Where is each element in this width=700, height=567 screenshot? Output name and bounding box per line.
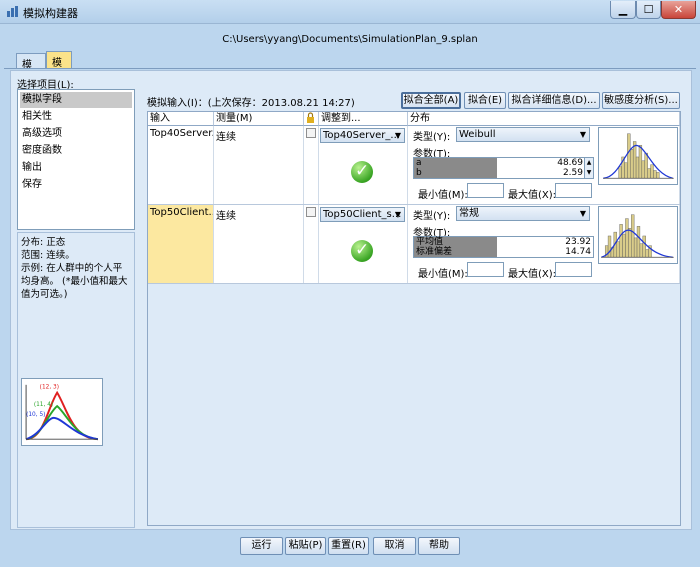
lock-icon (307, 112, 314, 123)
params-table: 平均值 23.92 标准偏差 14.74 (413, 236, 594, 258)
chevron-down-icon: ▼ (579, 130, 586, 139)
type-value: Weibull (459, 129, 496, 140)
type-label: 类型(Y): (413, 132, 451, 143)
param-row[interactable]: 标准偏差 14.74 (414, 247, 593, 257)
table-row: Top40Server... 连续 Top40Server_... ▼ ✓ 类型(… (148, 126, 680, 205)
cell-input[interactable]: Top40Server... (148, 126, 214, 204)
max-input[interactable] (555, 183, 592, 198)
lock-checkbox[interactable] (306, 128, 316, 138)
nav-list: 模拟字段 相关性 高级选项 密度函数 输出 保存 (17, 89, 135, 230)
max-input[interactable] (555, 262, 592, 277)
help-button[interactable]: 帮助 (418, 537, 460, 555)
close-button[interactable]: ✕ (661, 1, 696, 19)
app-icon (7, 6, 18, 17)
param-value: 14.74 (565, 247, 591, 257)
param-name: 平均值 (414, 237, 497, 247)
fit-to-value: Top50Client_s... (323, 209, 402, 220)
cell-distribution: 类型(Y): 常规 ▼ 参数(T): 平均值 23.92 标准偏差 14.74 最小值… (408, 205, 680, 283)
description-text: 分布: 正态 范围: 连续。 示例: 在人群中的个人平均身高。 (*最小值和最大… (21, 237, 128, 300)
fit-ok-icon: ✓ (351, 240, 373, 262)
col-fit-to[interactable]: 调整到... (319, 112, 408, 126)
tab-divider (4, 68, 696, 69)
min-label: 最小值(M): (418, 269, 468, 280)
cell-distribution: 类型(Y): Weibull ▼ 参数(T): a 48.69 b 2.59 ▲ ▼ 最… (408, 126, 680, 204)
distribution-chart (598, 127, 678, 185)
fit-ok-icon: ✓ (351, 161, 373, 183)
fit-to-value: Top40Server_... (323, 130, 400, 141)
title-bar (0, 0, 700, 24)
cell-lock (304, 126, 319, 204)
distribution-chart (598, 206, 678, 264)
max-label: 最大值(X): (508, 269, 557, 280)
cell-lock (304, 205, 319, 283)
param-name: b (414, 168, 497, 178)
nav-item-advanced[interactable]: 高级选项 (20, 126, 132, 142)
simulation-inputs-label: 模拟输入(I)：(上次保存：2013.08.21 14:27) (147, 98, 355, 109)
param-spinner[interactable]: ▲ ▼ (584, 158, 593, 178)
cell-measure[interactable]: 连续 (214, 205, 304, 283)
fit-to-dropdown[interactable]: Top50Client_s... ▼ (320, 207, 405, 222)
mini-label-a: (12, 3) (40, 385, 59, 391)
param-name: a (414, 158, 497, 168)
reset-button[interactable]: 重置(R) (328, 537, 369, 555)
cell-input[interactable]: Top50Client... (148, 205, 214, 283)
type-dropdown[interactable]: Weibull ▼ (456, 127, 590, 142)
fit-to-dropdown[interactable]: Top40Server_... ▼ (320, 128, 405, 143)
file-path: C:\Users\yyang\Documents\SimulationPlan_… (222, 34, 478, 45)
param-row[interactable]: a 48.69 (414, 158, 593, 168)
max-label: 最大值(X): (508, 190, 557, 201)
cell-fit-to: Top50Client_s... ▼ ✓ (319, 205, 408, 283)
col-lock[interactable] (304, 112, 319, 126)
fit-all-button[interactable]: 拟合全部(A) (401, 92, 461, 109)
params-table: a 48.69 b 2.59 ▲ ▼ (413, 157, 594, 179)
nav-item-output[interactable]: 输出 (20, 160, 132, 176)
param-row[interactable]: 平均值 23.92 (414, 237, 593, 247)
normal-distribution-preview: (12, 3) (11, 4) (10, 5) (21, 378, 103, 446)
param-value: 2.59 (562, 168, 583, 178)
fit-details-button[interactable]: 拟合详细信息(D)... (508, 92, 600, 109)
minimize-button[interactable]: ▁ (610, 1, 636, 19)
col-measure[interactable]: 测量(M) (214, 112, 304, 126)
table-row: Top50Client... 连续 Top50Client_s... ▼ ✓ 类型… (148, 205, 680, 284)
cell-fit-to: Top40Server_... ▼ ✓ (319, 126, 408, 204)
mini-label-b: (11, 4) (34, 402, 53, 408)
type-value: 常规 (459, 208, 479, 219)
sensitivity-analysis-button[interactable]: 敏感度分析(S)... (602, 92, 680, 109)
min-label: 最小值(M): (418, 190, 468, 201)
param-value: 48.69 (557, 158, 583, 168)
cell-measure[interactable]: 连续 (214, 126, 304, 204)
param-name: 标准偏差 (414, 247, 497, 257)
chevron-down-icon: ▼ (394, 210, 401, 219)
lock-checkbox[interactable] (306, 207, 316, 217)
min-input[interactable] (467, 183, 504, 198)
run-button[interactable]: 运行 (240, 537, 283, 555)
paste-button[interactable]: 粘贴(P) (285, 537, 326, 555)
window-title: 模拟构建器 (23, 7, 78, 20)
nav-item-sim-fields[interactable]: 模拟字段 (20, 92, 132, 108)
param-row[interactable]: b 2.59 (414, 168, 593, 178)
maximize-button[interactable]: ☐ (636, 1, 661, 19)
nav-item-save[interactable]: 保存 (20, 177, 132, 193)
nav-item-density[interactable]: 密度函数 (20, 143, 132, 159)
cancel-button[interactable]: 取消 (373, 537, 416, 555)
chevron-down-icon: ▼ (579, 209, 586, 218)
tab-simulation[interactable]: 模拟 (46, 51, 72, 84)
tab-model[interactable]: 模型 (16, 53, 46, 86)
type-label: 类型(Y): (413, 211, 451, 222)
simulation-inputs-grid: 输入 测量(M) 调整到... 分布 Top40Server... 连续 Top… (147, 111, 681, 526)
min-input[interactable] (467, 262, 504, 277)
chevron-down-icon: ▼ (394, 131, 401, 140)
col-distribution[interactable]: 分布 (408, 112, 680, 126)
param-value: 23.92 (565, 237, 591, 247)
mini-label-c: (10, 5) (26, 412, 45, 418)
fit-button[interactable]: 拟合(E) (464, 92, 506, 109)
col-input[interactable]: 输入 (148, 112, 214, 126)
nav-item-correlations[interactable]: 相关性 (20, 109, 132, 125)
type-dropdown[interactable]: 常规 ▼ (456, 206, 590, 221)
